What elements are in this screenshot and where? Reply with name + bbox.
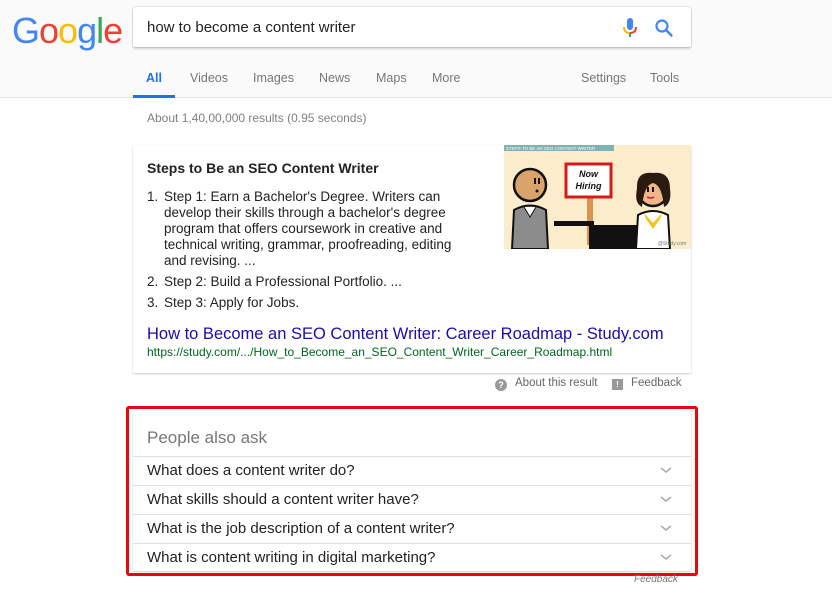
step-text: Step 3: Apply for Jobs. [164, 295, 300, 310]
paa-question-row[interactable]: What is the job description of a content… [133, 514, 691, 543]
step-text: Step 1: Earn a Bachelor's Degree. Writer… [164, 189, 452, 268]
snippet-thumbnail-image[interactable]: STEPS TO BE AN SEO CONTENT WRITER Now Hi… [504, 145, 691, 249]
search-box [133, 7, 691, 47]
step-number: 3. [147, 295, 159, 310]
logo-letter: l [96, 10, 104, 51]
tab-videos[interactable]: Videos [190, 62, 228, 98]
logo-letter: g [77, 10, 97, 51]
logo-letter: o [39, 10, 59, 51]
tab-images[interactable]: Images [253, 62, 294, 98]
snippet-result-link[interactable]: How to Become an SEO Content Writer: Car… [147, 325, 664, 344]
snippet-step: 1. Step 1: Earn a Bachelor's Degree. Writ… [147, 189, 477, 269]
google-logo[interactable]: Google [12, 10, 123, 52]
tab-more[interactable]: More [432, 62, 460, 98]
feedback-icon: ! [612, 379, 623, 390]
step-number: 1. [147, 189, 159, 204]
paa-question-row[interactable]: What does a content writer do? [133, 456, 691, 485]
search-input[interactable] [147, 7, 607, 47]
snippet-result-url: https://study.com/.../How_to_Become_an_S… [147, 345, 613, 359]
tab-tools[interactable]: Tools [650, 62, 679, 98]
sign-text-line1: Now [579, 169, 599, 179]
now-hiring-illustration: STEPS TO BE AN SEO CONTENT WRITER Now Hi… [504, 145, 691, 249]
image-watermark: @Study.com [658, 241, 686, 247]
people-also-ask-panel: People also ask What does a content writ… [133, 411, 691, 571]
microphone-icon[interactable] [622, 18, 638, 38]
about-label: About this result [515, 377, 598, 389]
snippet-step: 3. Step 3: Apply for Jobs. [147, 295, 477, 311]
feedback-label: Feedback [631, 377, 682, 389]
tab-maps[interactable]: Maps [376, 62, 407, 98]
paa-question-text: What is content writing in digital marke… [147, 549, 436, 566]
tab-settings[interactable]: Settings [581, 62, 626, 98]
image-banner-text: STEPS TO BE AN SEO CONTENT WRITER [506, 146, 596, 151]
snippet-step: 2. Step 2: Build a Professional Portfolio… [147, 274, 477, 290]
logo-letter: o [58, 10, 78, 51]
about-this-result-button[interactable]: ? About this result [495, 377, 597, 391]
snippet-steps-list: 1. Step 1: Earn a Bachelor's Degree. Writ… [147, 189, 477, 316]
paa-feedback-link[interactable]: Feedback [634, 574, 678, 585]
chevron-down-icon [660, 496, 672, 502]
chevron-down-icon [660, 554, 672, 560]
paa-question-text: What skills should a content writer have… [147, 491, 419, 508]
people-also-ask-title: People also ask [147, 428, 268, 447]
step-text: Step 2: Build a Professional Portfolio. … [164, 274, 402, 289]
help-icon: ? [495, 379, 507, 391]
logo-letter: G [12, 10, 40, 51]
snippet-title: Steps to Be an SEO Content Writer [147, 160, 379, 176]
paa-question-text: What does a content writer do? [147, 462, 355, 479]
search-icon[interactable] [654, 18, 674, 38]
paa-question-text: What is the job description of a content… [147, 520, 455, 537]
featured-snippet: Steps to Be an SEO Content Writer 1. Step… [133, 145, 691, 373]
snippet-feedback-button[interactable]: ! Feedback [612, 377, 682, 390]
chevron-down-icon [660, 467, 672, 473]
paa-question-row[interactable]: What skills should a content writer have… [133, 485, 691, 514]
chevron-down-icon [660, 525, 672, 531]
logo-letter: e [103, 10, 123, 51]
paa-question-row[interactable]: What is content writing in digital marke… [133, 543, 691, 572]
result-stats: About 1,40,00,000 results (0.95 seconds) [147, 111, 367, 125]
sign-text-line2: Hiring [576, 181, 603, 191]
tab-all[interactable]: All [133, 62, 175, 98]
tab-news[interactable]: News [319, 62, 350, 98]
header-bar: Google All Videos Images News Maps More … [0, 0, 832, 98]
step-number: 2. [147, 274, 159, 289]
